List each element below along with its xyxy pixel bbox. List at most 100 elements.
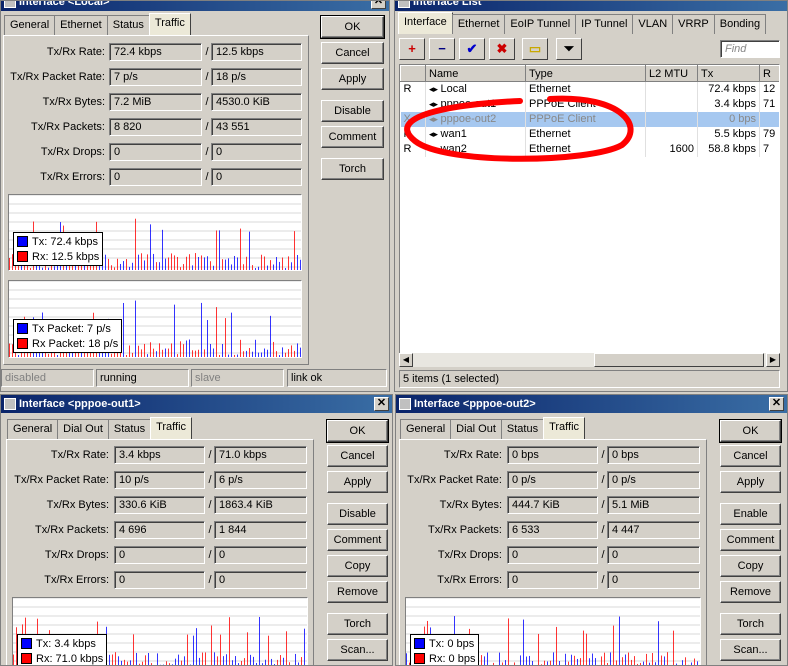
traffic-bar bbox=[162, 229, 163, 270]
copy-button[interactable]: Copy bbox=[720, 555, 781, 577]
tab-interface[interactable]: Interface bbox=[398, 12, 453, 34]
scroll-right-icon[interactable]: ▶ bbox=[766, 353, 780, 367]
remove-button[interactable]: Remove bbox=[720, 581, 781, 603]
disable-icon[interactable]: ✖ bbox=[489, 38, 515, 60]
tab-ethernet[interactable]: Ethernet bbox=[451, 14, 506, 34]
tab-traffic[interactable]: Traffic bbox=[150, 417, 193, 439]
traffic-bar bbox=[295, 653, 296, 665]
traffic-bar bbox=[204, 349, 205, 357]
title-bar[interactable]: Interface <pppoe-out2> ✕ bbox=[396, 395, 787, 413]
tab-ip-tunnel[interactable]: IP Tunnel bbox=[575, 14, 634, 34]
title-bar[interactable]: Interface <Local> ✕ bbox=[1, 1, 389, 11]
tab-general[interactable]: General bbox=[4, 15, 56, 35]
traffic-bar bbox=[289, 662, 290, 665]
tab-ethernet[interactable]: Ethernet bbox=[54, 15, 108, 35]
traffic-bar bbox=[144, 260, 145, 270]
traffic-bar bbox=[228, 258, 229, 270]
filter-icon[interactable]: ⏷ bbox=[556, 38, 582, 60]
disable-button[interactable]: Disable bbox=[321, 100, 384, 122]
tab-dial-out[interactable]: Dial Out bbox=[57, 419, 109, 439]
traffic-bar bbox=[198, 256, 199, 270]
enable-icon[interactable]: ✔ bbox=[459, 38, 485, 60]
col-name[interactable]: Name bbox=[425, 65, 526, 82]
interface-icon: ◂▸ bbox=[429, 114, 441, 124]
ok-button[interactable]: OK bbox=[326, 419, 389, 443]
tab-status[interactable]: Status bbox=[106, 15, 150, 35]
label-tx-rx-packet-rate: Tx/Rx Packet Rate: bbox=[10, 71, 105, 83]
close-icon[interactable]: ✕ bbox=[374, 397, 389, 411]
traffic-bar bbox=[57, 355, 58, 357]
tab-general[interactable]: General bbox=[7, 419, 59, 439]
apply-button[interactable]: Apply bbox=[321, 68, 384, 90]
ok-button[interactable]: OK bbox=[719, 419, 782, 443]
scan-button[interactable]: Scan... bbox=[327, 639, 388, 661]
col-flag[interactable] bbox=[400, 65, 426, 82]
close-icon[interactable]: ✕ bbox=[769, 397, 784, 411]
torch-button[interactable]: Torch bbox=[720, 613, 781, 635]
rx-packets-field: 4 447 bbox=[607, 521, 700, 539]
table-row[interactable]: R ◂▸ Local Ethernet 72.4 kbps 12 bbox=[400, 81, 779, 97]
torch-button[interactable]: Torch bbox=[321, 158, 384, 180]
traffic-bar bbox=[219, 230, 220, 270]
title-bar[interactable]: Interface <pppoe-out1> ✕ bbox=[1, 395, 392, 413]
comment-icon[interactable]: ▭ bbox=[522, 38, 548, 60]
traffic-bar bbox=[514, 662, 515, 665]
title-bar[interactable]: Interface List bbox=[395, 1, 787, 11]
remove-icon[interactable]: − bbox=[429, 38, 455, 60]
tab-traffic[interactable]: Traffic bbox=[543, 417, 586, 439]
legend-rx-text: Rx: 71.0 kbps bbox=[36, 652, 104, 665]
copy-button[interactable]: Copy bbox=[327, 555, 388, 577]
comment-button[interactable]: Comment bbox=[327, 529, 388, 551]
scroll-thumb[interactable] bbox=[594, 353, 764, 367]
tab-vlan[interactable]: VLAN bbox=[632, 14, 674, 34]
scroll-left-icon[interactable]: ◀ bbox=[399, 353, 413, 367]
disable-button[interactable]: Disable bbox=[327, 503, 388, 525]
cancel-button[interactable]: Cancel bbox=[720, 445, 781, 467]
row-name: ◂▸ wan1 bbox=[425, 126, 526, 142]
cancel-button[interactable]: Cancel bbox=[321, 42, 384, 64]
traffic-bar bbox=[565, 653, 566, 665]
col-type[interactable]: Type bbox=[525, 65, 646, 82]
tab-vrrp[interactable]: VRRP bbox=[672, 14, 715, 34]
traffic-bar bbox=[291, 262, 292, 270]
horizontal-scrollbar[interactable]: ◀ ▶ bbox=[399, 353, 780, 367]
find-input[interactable]: Find bbox=[720, 40, 780, 58]
tab-status[interactable]: Status bbox=[500, 419, 545, 439]
table-row-selected[interactable]: X ◂▸ pppoe-out2 PPPoE Client 0 bps bbox=[400, 111, 779, 127]
table-row[interactable]: R ◂▸ wan2 Ethernet 1600 58.8 kbps 7 bbox=[400, 141, 779, 157]
traffic-bar bbox=[235, 656, 236, 665]
tab-dial-out[interactable]: Dial Out bbox=[450, 419, 502, 439]
col-rx[interactable]: R bbox=[759, 65, 779, 82]
window-icon bbox=[4, 1, 16, 8]
tab-traffic[interactable]: Traffic bbox=[148, 13, 191, 35]
traffic-bar bbox=[141, 253, 142, 270]
torch-button[interactable]: Torch bbox=[327, 613, 388, 635]
traffic-bar bbox=[159, 343, 160, 357]
apply-button[interactable]: Apply bbox=[327, 471, 388, 493]
rx-bytes-field: 5.1 MiB bbox=[607, 496, 700, 514]
traffic-bar bbox=[214, 652, 215, 665]
comment-button[interactable]: Comment bbox=[720, 529, 781, 551]
table-row[interactable]: R ◂▸ wan1 Ethernet 5.5 kbps 79 bbox=[400, 126, 779, 142]
enable-button[interactable]: Enable bbox=[720, 503, 781, 525]
ok-button[interactable]: OK bbox=[320, 15, 385, 39]
table-row[interactable]: ◂▸ pppoe-out1 PPPoE Client 3.4 kbps 71 bbox=[400, 96, 779, 112]
scan-button[interactable]: Scan... bbox=[720, 639, 781, 661]
cancel-button[interactable]: Cancel bbox=[327, 445, 388, 467]
traffic-bar bbox=[568, 661, 569, 665]
tab-general[interactable]: General bbox=[400, 419, 452, 439]
close-icon[interactable]: ✕ bbox=[371, 1, 386, 9]
col-tx[interactable]: Tx bbox=[697, 65, 760, 82]
traffic-bar bbox=[267, 349, 268, 357]
traffic-bar bbox=[283, 657, 284, 665]
traffic-bar bbox=[268, 635, 269, 665]
col-l2mtu[interactable]: L2 MTU bbox=[645, 65, 698, 82]
add-icon[interactable]: + bbox=[399, 38, 425, 60]
tab-bonding[interactable]: Bonding bbox=[713, 14, 767, 34]
remove-button[interactable]: Remove bbox=[327, 581, 388, 603]
traffic-bar bbox=[198, 349, 199, 357]
apply-button[interactable]: Apply bbox=[720, 471, 781, 493]
tab-eoip-tunnel[interactable]: EoIP Tunnel bbox=[504, 14, 577, 34]
tab-status[interactable]: Status bbox=[107, 419, 152, 439]
comment-button[interactable]: Comment bbox=[321, 126, 384, 148]
